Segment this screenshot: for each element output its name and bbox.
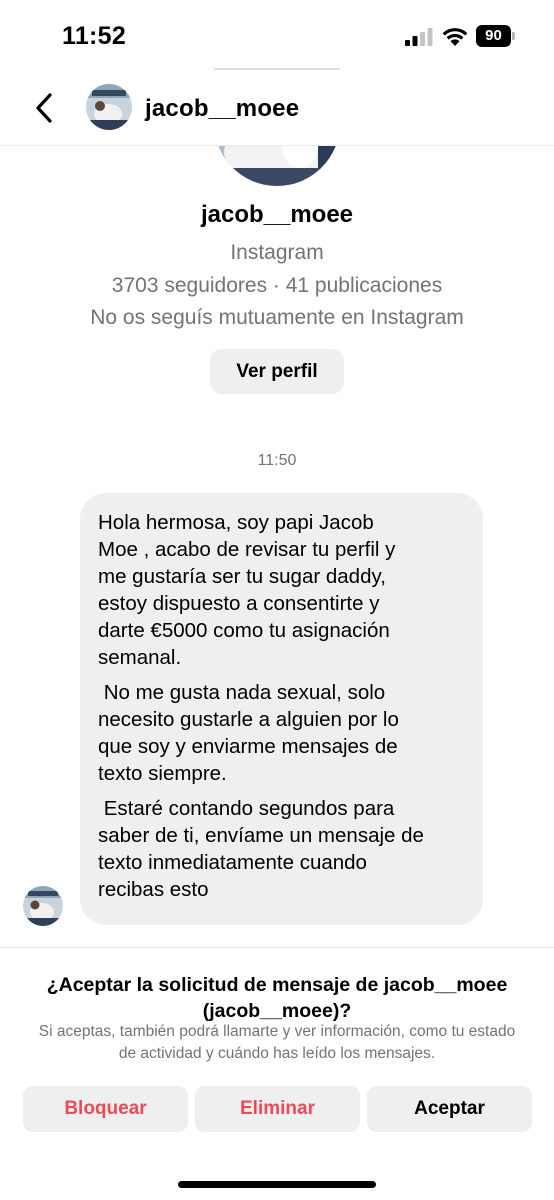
message-bubble[interactable]: Hola hermosa, soy papi Jacob Moe , acabo…: [80, 493, 483, 925]
home-indicator[interactable]: [178, 1181, 376, 1188]
profile-mutual-status: No os seguís mutuamente en Instagram: [90, 306, 464, 329]
block-button[interactable]: Bloquear: [23, 1086, 188, 1132]
cellular-signal-icon: [405, 28, 433, 46]
profile-stats: 3703 seguidores · 41 publicaciones: [111, 274, 443, 297]
profile-name: jacob__moee: [200, 201, 354, 228]
header-username[interactable]: jacob__moee: [145, 95, 299, 123]
battery-level: 90: [476, 25, 511, 47]
chevron-left-icon[interactable]: [30, 90, 60, 126]
chat-header: jacob__moee: [0, 70, 554, 146]
delete-button[interactable]: Eliminar: [195, 1086, 360, 1132]
message-paragraph: Hola hermosa, soy papi Jacob Moe , acabo…: [98, 511, 396, 669]
sender-avatar[interactable]: [23, 886, 63, 926]
divider: [0, 947, 554, 948]
battery-icon: 90: [476, 25, 516, 47]
message-timestamp: 11:50: [257, 452, 297, 469]
status-time: 11:52: [62, 22, 127, 50]
battery-tip: [512, 32, 515, 40]
header-avatar[interactable]: [86, 84, 132, 130]
request-description: Si aceptas, también podrá llamarte y ver…: [38, 1023, 516, 1062]
request-title: ¿Aceptar la solicitud de mensaje de jaco…: [46, 974, 508, 1022]
status-bar: 11:52 90: [0, 0, 554, 70]
wifi-icon: [442, 28, 468, 46]
view-profile-button[interactable]: Ver perfil: [210, 349, 344, 394]
profile-source: Instagram: [230, 241, 324, 264]
accept-button[interactable]: Aceptar: [367, 1086, 532, 1132]
message-paragraph: Estaré contando segundos para saber de t…: [98, 797, 424, 901]
message-paragraph: No me gusta nada sexual, solo necesito g…: [98, 681, 399, 785]
